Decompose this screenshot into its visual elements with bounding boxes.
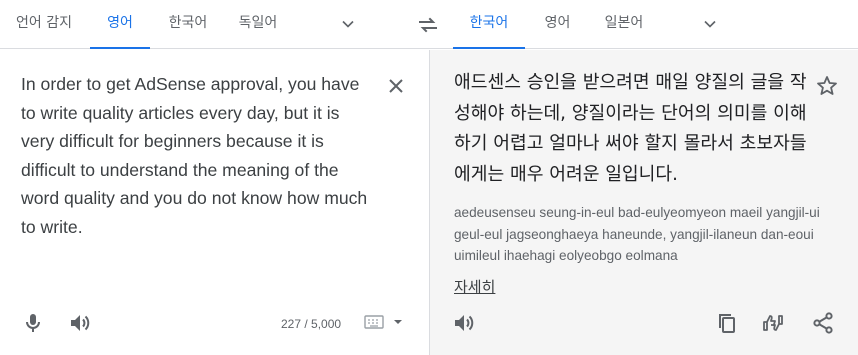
tab-source-english[interactable]: 영어	[90, 0, 150, 49]
tab-target-english[interactable]: 영어	[530, 0, 585, 49]
speaker-icon[interactable]	[452, 311, 476, 335]
chevron-down-icon[interactable]	[338, 14, 358, 34]
character-count: 227 / 5,000	[281, 317, 342, 331]
translation-text: 애드센스 승인을 받으려면 매일 양질의 글을 작성해야 하는데, 양질이라는 …	[454, 72, 807, 185]
source-pane: In order to get AdSense approval, you ha…	[0, 50, 429, 355]
star-icon[interactable]	[815, 74, 839, 98]
keyboard-icon[interactable]	[364, 314, 404, 330]
feedback-icon[interactable]	[761, 311, 785, 335]
tab-target-japanese[interactable]: 일본어	[593, 0, 655, 49]
target-pane: 애드센스 승인을 받으려면 매일 양질의 글을 작성해야 하는데, 양질이라는 …	[429, 50, 858, 355]
tab-target-korean[interactable]: 한국어	[453, 0, 525, 49]
show-more-link[interactable]: 자세히	[454, 276, 495, 297]
swap-icon[interactable]	[416, 13, 440, 37]
tab-source-german[interactable]: 독일어	[228, 0, 288, 49]
mic-icon[interactable]	[21, 311, 45, 335]
speaker-icon[interactable]	[68, 311, 92, 335]
romanization-text: aedeusenseu seung-in-eul bad-eulyeomyeon…	[454, 205, 820, 263]
chevron-down-icon[interactable]	[700, 14, 720, 34]
source-text-input[interactable]: In order to get AdSense approval, you ha…	[21, 70, 373, 241]
language-bar: 언어 감지 영어 한국어 독일어 한국어 영어 일본어	[0, 0, 858, 49]
tab-source-korean[interactable]: 한국어	[158, 0, 218, 49]
close-icon[interactable]	[384, 74, 408, 98]
tab-source-detect-language[interactable]: 언어 감지	[6, 0, 82, 49]
copy-icon[interactable]	[715, 311, 739, 335]
share-icon[interactable]	[811, 311, 835, 335]
